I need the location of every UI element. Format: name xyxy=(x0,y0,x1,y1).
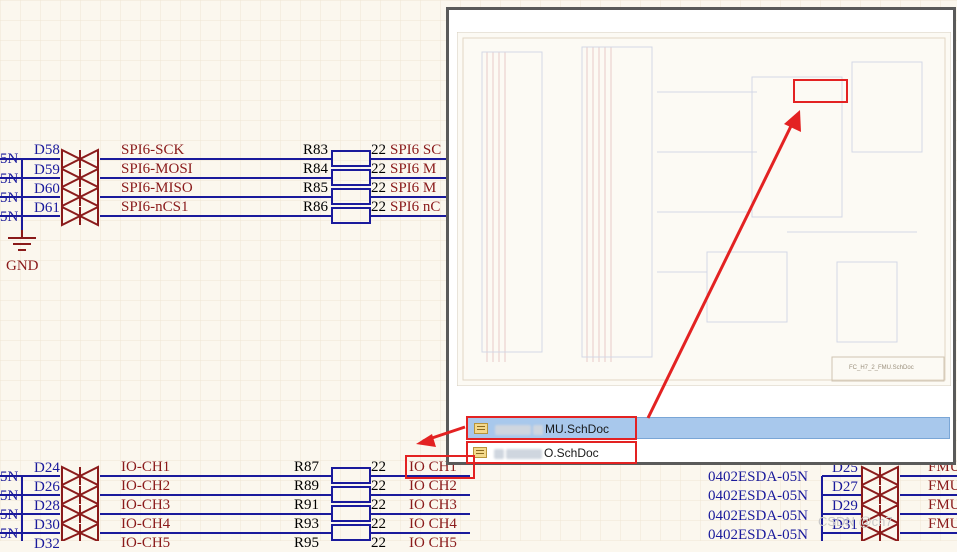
arrowhead-icon xyxy=(416,434,436,447)
watermark: CSDN @ch7 xyxy=(818,514,893,529)
arrow-to-thumbnail xyxy=(646,121,795,419)
arrowhead-icon xyxy=(784,110,801,132)
annotation-arrows xyxy=(416,110,801,447)
